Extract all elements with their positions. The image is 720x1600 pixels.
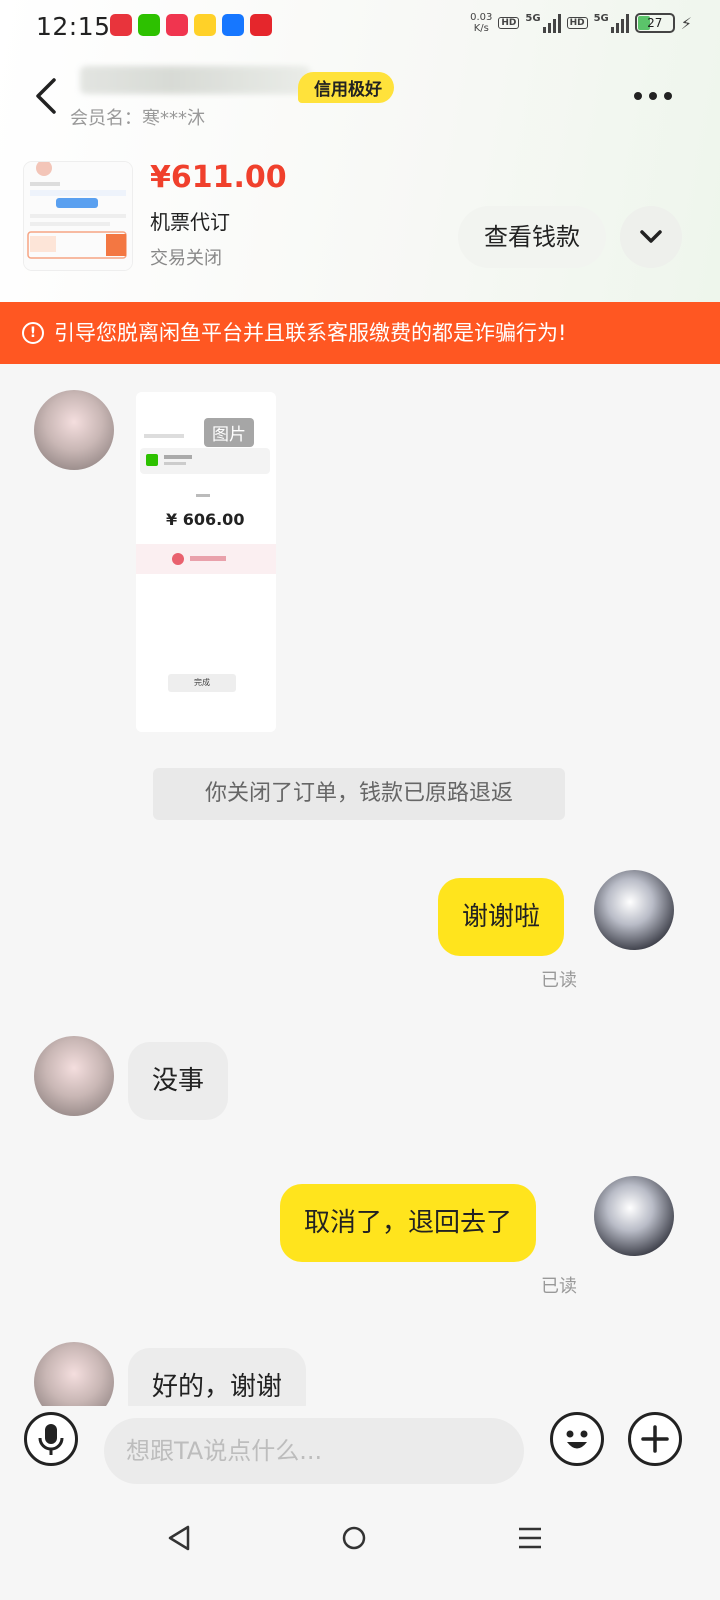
peer-avatar[interactable] [34,1342,114,1406]
net-speed: 0.03 K/s [470,12,492,34]
more-dots-icon [634,92,672,100]
product-screenshot-image [24,162,132,270]
nav-back-button[interactable] [160,1518,200,1558]
nav-home-button[interactable] [334,1518,374,1558]
system-navigation-bar [0,1490,720,1600]
image-label: 图片 [204,418,254,447]
view-payment-button[interactable]: 查看钱款 [458,206,606,268]
read-status: 已读 [541,1276,577,1297]
hd-icon: HD [498,17,520,29]
wechat-icon [138,14,160,36]
emoji-button[interactable] [550,1412,604,1466]
app-notification-icon [194,14,216,36]
member-name: 会员名：寒***沐 [70,108,205,129]
circle-home-icon [342,1526,366,1550]
peer-message-bubble[interactable]: 没事 [128,1042,229,1120]
chevron-down-icon [640,230,662,243]
warning-text: 引导您脱离闲鱼平台并且联系客服缴费的都是诈骗行为! [54,321,567,345]
system-message: 你关闭了订单，钱款已原路退返 [153,768,565,820]
battery-level: 27 [647,16,663,30]
more-options-button[interactable] [628,84,678,108]
status-time: 12:15 [36,12,111,41]
product-price: ¥611.00 [150,160,287,195]
product-title: 机票代订 [150,210,230,234]
alipay-icon [222,14,244,36]
image-amount: ¥ 606.00 [166,510,245,529]
my-message-bubble[interactable]: 谢谢啦 [438,878,565,956]
emoji-icon [566,1430,588,1449]
network-type-label: 5G [525,12,541,24]
peer-avatar[interactable] [34,390,114,470]
back-arrow-icon [36,78,56,114]
charging-icon: ⚡ [680,13,692,33]
status-bar: 12:15 0.03 K/s HD 5G HD 5G 27 ⚡ [0,0,720,56]
microphone-icon [38,1424,64,1455]
plus-icon [641,1425,669,1453]
signal-icon [542,13,561,33]
input-bar [0,1406,720,1490]
my-avatar[interactable] [594,870,674,950]
app-notification-icon [110,14,132,36]
menu-lines-icon [519,1527,541,1549]
notification-icons [110,14,272,36]
status-right: 0.03 K/s HD 5G HD 5G 27 ⚡ [470,12,692,34]
order-status: 交易关闭 [150,248,222,269]
app-notification-icon [166,14,188,36]
peer-message-bubble[interactable]: 好的，谢谢 [128,1348,307,1406]
add-button[interactable] [628,1412,682,1466]
hd-icon: HD [566,17,588,29]
warning-icon: ! [22,322,44,344]
image-done-label: 完成 [168,674,236,692]
my-message-bubble[interactable]: 取消了，退回去了 [280,1184,537,1262]
triangle-back-icon [168,1525,190,1551]
message-input[interactable] [104,1418,524,1484]
net-speed-value: 0.03 [470,12,493,23]
voice-button[interactable] [24,1412,78,1466]
product-thumbnail[interactable] [24,162,132,270]
nickname-redacted [80,66,310,94]
read-status: 已读 [541,970,577,991]
peer-avatar[interactable] [34,1036,114,1116]
net-speed-unit: K/s [473,23,489,34]
chat-area[interactable]: ¥ 606.00 完成 图片 你关闭了订单，钱款已原路退返 谢谢啦 已读 没事 … [0,364,720,1406]
signal-icon [610,13,629,33]
credit-badge: 信用极好 [298,72,394,103]
back-button[interactable] [30,74,70,118]
network-type-label: 5G [593,12,609,24]
fraud-warning-banner: ! 引导您脱离闲鱼平台并且联系客服缴费的都是诈骗行为! [0,302,720,364]
nav-recents-button[interactable] [510,1518,550,1558]
expand-button[interactable] [620,206,682,268]
my-avatar[interactable] [594,1176,674,1256]
app-notification-icon [250,14,272,36]
battery-icon: 27 [634,13,675,33]
